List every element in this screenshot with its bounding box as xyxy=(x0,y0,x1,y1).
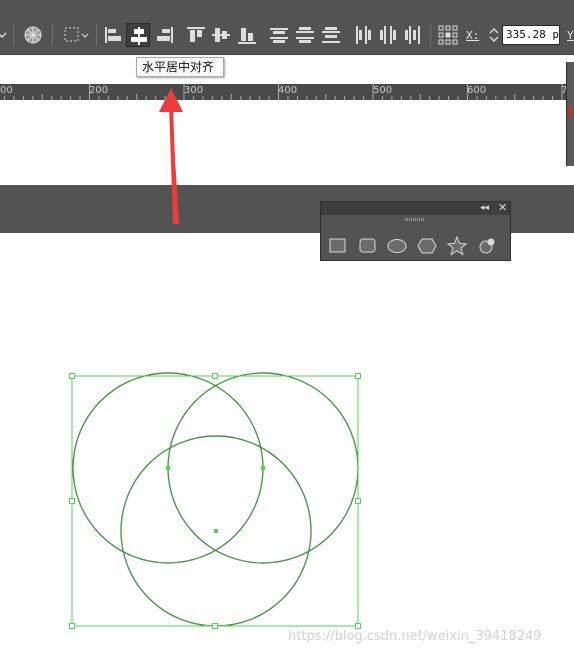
distribute-right-icon[interactable] xyxy=(401,23,425,47)
align-right-icon[interactable] xyxy=(152,23,176,47)
close-icon[interactable]: ✕ xyxy=(498,202,507,214)
collapse-icon[interactable]: ◂◂ xyxy=(480,203,489,214)
align-vertical-center-icon[interactable] xyxy=(209,23,233,47)
ellipse-tool-icon[interactable] xyxy=(386,235,408,257)
transform-grid-icon[interactable] xyxy=(62,23,89,47)
y-label: Y: xyxy=(567,29,574,42)
panel-header[interactable]: ◂◂ ✕ xyxy=(321,202,510,215)
toolbar-separator xyxy=(52,24,53,46)
center-points xyxy=(166,466,265,533)
red-arrow-annotation xyxy=(159,88,183,225)
polygon-tool-icon[interactable] xyxy=(416,235,438,257)
align-horizontal-center-icon[interactable] xyxy=(126,23,150,47)
selection-handles[interactable] xyxy=(69,373,361,629)
ruler-label: 500 xyxy=(373,85,393,96)
distribute-horizontal-center-icon[interactable] xyxy=(376,23,400,47)
dropdown-arrow-icon[interactable] xyxy=(0,23,20,47)
toolbar-separator xyxy=(430,24,431,46)
canvas-artwork xyxy=(69,372,361,629)
ruler-label: 400 xyxy=(278,85,298,96)
control-toolbar: X: 335.28 px Y: xyxy=(0,0,574,55)
distribute-bottom-icon[interactable] xyxy=(319,23,343,47)
toolbar-separator xyxy=(96,24,97,46)
horizontal-ruler: 00 200 300 400 500 600 7 xyxy=(0,84,574,100)
rectangle-tool-icon[interactable] xyxy=(327,235,349,257)
side-panel xyxy=(566,62,574,166)
star-tool-icon[interactable] xyxy=(446,235,468,257)
x-position-input[interactable]: 335.28 px xyxy=(502,25,560,45)
ruler-label: 00 xyxy=(0,85,13,96)
x-label: X: xyxy=(466,29,480,42)
distribute-left-icon[interactable] xyxy=(351,23,375,47)
x-stepper-icon[interactable] xyxy=(487,25,501,45)
align-left-icon[interactable] xyxy=(102,23,126,47)
selection-bounding-box xyxy=(71,375,359,627)
panel-marker xyxy=(569,106,573,116)
ruler-label: 200 xyxy=(89,85,109,96)
distribute-vertical-center-icon[interactable] xyxy=(293,23,317,47)
rounded-rectangle-tool-icon[interactable] xyxy=(357,235,379,257)
tooltip: 水平居中对齐 xyxy=(136,57,224,77)
flare-tool-icon[interactable] xyxy=(476,235,498,257)
ruler-label: 600 xyxy=(467,85,487,96)
align-bottom-icon[interactable] xyxy=(235,23,259,47)
toolbar-separator xyxy=(13,24,14,46)
watermark: https://blog.csdn.net/weixin_39418249 xyxy=(288,629,542,644)
align-top-icon[interactable] xyxy=(184,23,208,47)
distribute-top-icon[interactable] xyxy=(267,23,291,47)
color-wheel-icon[interactable] xyxy=(22,23,46,47)
reference-point-icon[interactable] xyxy=(437,23,461,47)
shape-tools-panel: ◂◂ ✕ xyxy=(320,201,511,261)
grip-handle-icon[interactable] xyxy=(405,218,425,221)
